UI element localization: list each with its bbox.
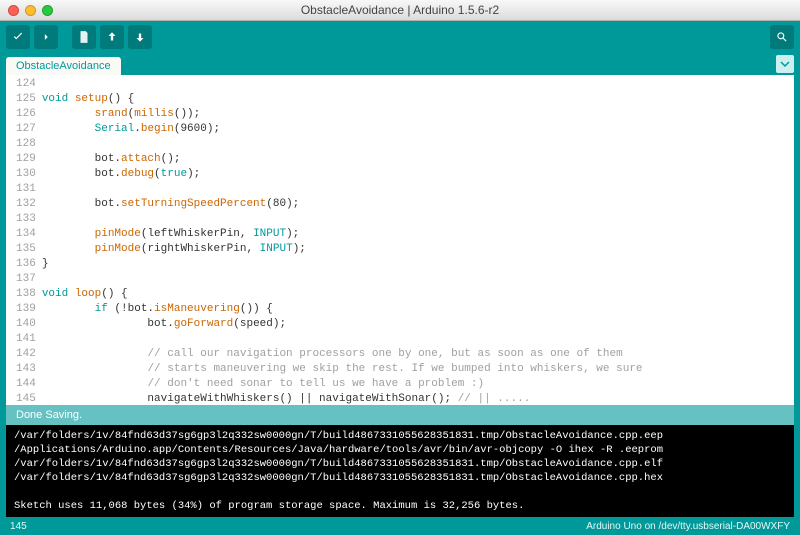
- toolbar: [0, 21, 800, 53]
- arrow-down-icon: [133, 30, 147, 44]
- open-button[interactable]: [100, 25, 124, 49]
- chevron-down-icon: [780, 59, 790, 69]
- arrow-up-icon: [105, 30, 119, 44]
- window-titlebar: ObstacleAvoidance | Arduino 1.5.6-r2: [0, 0, 800, 21]
- code-area[interactable]: void setup() { srand(millis()); Serial.b…: [42, 77, 794, 405]
- window-controls: [8, 5, 53, 16]
- minimize-window[interactable]: [25, 5, 36, 16]
- cursor-line: 145: [10, 521, 27, 532]
- window-title: ObstacleAvoidance | Arduino 1.5.6-r2: [0, 3, 800, 17]
- arrow-right-icon: [39, 30, 53, 44]
- magnifier-icon: [775, 30, 789, 44]
- new-button[interactable]: [72, 25, 96, 49]
- board-info: Arduino Uno on /dev/tty.usbserial-DA00WX…: [586, 521, 790, 532]
- save-button[interactable]: [128, 25, 152, 49]
- check-icon: [11, 30, 25, 44]
- footer: 145 Arduino Uno on /dev/tty.usbserial-DA…: [0, 517, 800, 535]
- line-gutter: 1241251261271281291301311321331341351361…: [6, 77, 42, 405]
- file-icon: [77, 30, 91, 44]
- zoom-window[interactable]: [42, 5, 53, 16]
- close-window[interactable]: [8, 5, 19, 16]
- tab-bar: ObstacleAvoidance: [0, 53, 800, 75]
- serial-monitor-button[interactable]: [770, 25, 794, 49]
- upload-button[interactable]: [34, 25, 58, 49]
- editor[interactable]: 1241251261271281291301311321331341351361…: [0, 75, 800, 405]
- console[interactable]: /var/folders/1v/84fnd63d37sg6gp3l2q332sw…: [0, 425, 800, 517]
- status-bar: Done Saving.: [0, 405, 800, 425]
- tab-menu-button[interactable]: [776, 55, 794, 73]
- status-text: Done Saving.: [16, 409, 82, 421]
- verify-button[interactable]: [6, 25, 30, 49]
- sketch-tab[interactable]: ObstacleAvoidance: [6, 57, 121, 75]
